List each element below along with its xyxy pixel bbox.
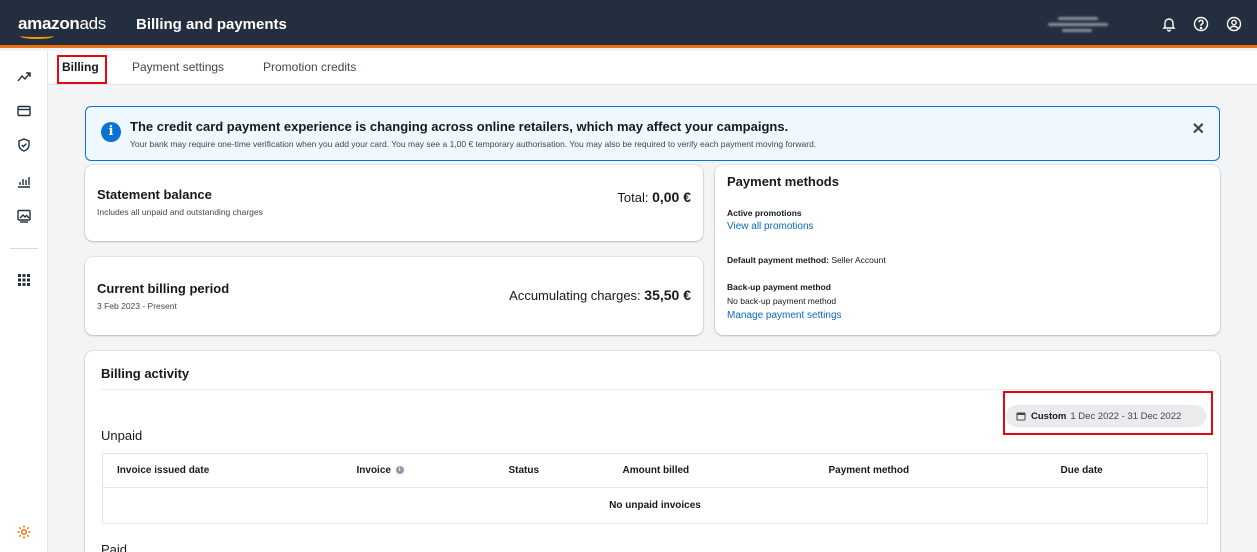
manage-payment-settings-link[interactable]: Manage payment settings	[727, 310, 842, 321]
column-due-date[interactable]: Due date	[1046, 453, 1208, 488]
unpaid-invoices-table: Invoice issued date Invoice i Status Amo…	[102, 453, 1208, 524]
apps-grid-icon[interactable]	[14, 270, 34, 290]
info-circle-icon[interactable]: i	[395, 466, 404, 475]
app-title: Billing and payments	[136, 16, 287, 33]
paid-heading: Paid	[101, 542, 128, 552]
highlight-box-billing-tab	[57, 55, 107, 84]
statement-subtitle: Includes all unpaid and outstanding char…	[97, 207, 263, 217]
statement-title: Statement balance	[97, 187, 212, 202]
account-name-blurred	[1058, 17, 1098, 20]
settings-icon[interactable]	[14, 522, 34, 542]
current-billing-period-card: Current billing period 3 Feb 2023 - Pres…	[85, 257, 703, 335]
empty-table-message: No unpaid invoices	[102, 487, 1208, 524]
image-icon[interactable]	[14, 206, 34, 226]
column-payment-method[interactable]: Payment method	[814, 453, 1047, 488]
statement-balance-card: Statement balance Includes all unpaid an…	[85, 165, 703, 241]
accumulating-charges-value: 35,50 €	[644, 287, 691, 303]
left-nav-rail	[0, 51, 48, 552]
accumulating-charges: Accumulating charges: 35,50 €	[509, 287, 691, 303]
bell-icon[interactable]	[1159, 14, 1179, 34]
top-nav-bar: amazonads Billing and payments	[0, 0, 1257, 48]
info-alert: i The credit card payment experience is …	[85, 106, 1220, 161]
billing-activity-divider	[101, 389, 1205, 390]
statement-total-label: Total:	[617, 190, 653, 205]
user-icon[interactable]	[1224, 14, 1244, 34]
column-invoice[interactable]: Invoice i	[342, 453, 495, 488]
tab-promotion-credits[interactable]: Promotion credits	[263, 60, 356, 74]
bar-chart-icon[interactable]	[14, 171, 34, 191]
account-switcher[interactable]	[1048, 15, 1114, 33]
amazon-ads-logo[interactable]: amazonads	[18, 14, 107, 39]
account-region-blurred	[1062, 29, 1092, 32]
billing-activity-title: Billing activity	[101, 366, 190, 381]
tab-bar: Billing Payment settings Promotion credi…	[48, 51, 1257, 85]
column-invoice-label: Invoice	[356, 465, 391, 476]
logo-text-bold: amazon	[18, 14, 80, 33]
statement-total: Total: 0,00 €	[617, 189, 691, 205]
payment-methods-card: Payment methods Active promotions View a…	[715, 165, 1220, 335]
column-amount-billed[interactable]: Amount billed	[608, 453, 815, 488]
card-icon[interactable]	[14, 101, 34, 121]
statement-total-value: 0,00 €	[652, 189, 691, 205]
alert-message: Your bank may require one-time verificat…	[130, 139, 817, 149]
view-all-promotions-link[interactable]: View all promotions	[727, 221, 814, 232]
table-header-row: Invoice issued date Invoice i Status Amo…	[102, 453, 1208, 488]
tab-payment-settings[interactable]: Payment settings	[132, 60, 224, 74]
help-icon[interactable]	[1191, 14, 1211, 34]
backup-payment-value: No back-up payment method	[727, 296, 837, 306]
table-row: No unpaid invoices	[102, 487, 1208, 524]
column-status[interactable]: Status	[494, 453, 609, 488]
default-payment-method: Default payment method: Seller Account	[727, 255, 886, 265]
column-invoice-issued-date[interactable]: Invoice issued date	[102, 453, 343, 488]
payment-methods-title: Payment methods	[727, 174, 839, 189]
default-payment-value: Seller Account	[829, 255, 886, 265]
backup-payment-label: Back-up payment method	[727, 282, 831, 292]
backup-payment-text: Back-up payment method	[727, 282, 831, 292]
accumulating-charges-label: Accumulating charges:	[509, 288, 645, 303]
default-payment-label: Default payment method:	[727, 255, 830, 265]
close-icon[interactable]: ✕	[1192, 119, 1205, 139]
logo-smile-icon	[20, 33, 54, 39]
info-icon: i	[101, 122, 121, 142]
alert-title: The credit card payment experience is ch…	[130, 119, 789, 134]
logo-text-rest: ads	[79, 14, 107, 33]
highlight-box-date-filter	[1003, 391, 1213, 435]
shield-icon[interactable]	[14, 135, 34, 155]
trend-icon[interactable]	[14, 66, 34, 86]
unpaid-heading: Unpaid	[101, 428, 143, 443]
current-period-title: Current billing period	[97, 281, 230, 296]
account-id-blurred	[1048, 23, 1108, 26]
active-promotions-label: Active promotions	[727, 208, 802, 218]
current-period-dates: 3 Feb 2023 - Present	[97, 301, 177, 311]
rail-divider	[10, 248, 38, 249]
active-promotions-text: Active promotions	[727, 208, 802, 218]
